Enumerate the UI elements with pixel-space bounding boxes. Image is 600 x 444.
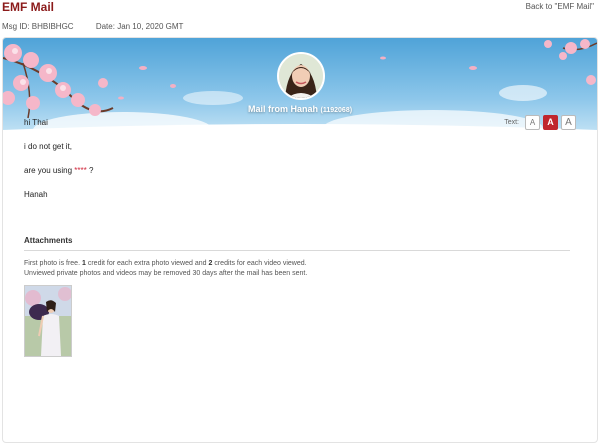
photo-credit-count: 1 [81, 260, 86, 267]
attachments-title: Attachments [24, 236, 570, 251]
message-signature: Hanah [24, 190, 48, 199]
mail-from-title: Mail from Hanah (1192068) [3, 104, 597, 114]
message-line: i do not get it, [24, 142, 73, 151]
text-size-small-button[interactable]: A [525, 115, 540, 130]
credit-note-text: credit for each extra photo viewed and [87, 260, 207, 267]
sender-avatar[interactable] [277, 52, 325, 100]
mail-from-prefix: Mail from [247, 104, 288, 114]
text-size-large-button[interactable]: A [561, 115, 576, 130]
removal-note-line: Unviewed private photos and videos may b… [24, 270, 308, 277]
top-bar: EMF Mail Back to "EMF Mail" Msg ID: BHBI… [0, 0, 600, 38]
message-text: ? [88, 166, 94, 175]
attachments-section: Attachments First photo is free. 1 credi… [24, 236, 570, 357]
credit-note-line: First photo is free. 1 credit for each e… [24, 259, 570, 269]
censored-text: **** [74, 166, 87, 175]
attachment-photo-image [25, 286, 71, 356]
attachment-photo-thumbnail[interactable] [24, 285, 72, 357]
msg-id: BHBIBHGC [31, 22, 74, 31]
message-line: are you using **** ? [24, 166, 93, 176]
text-size-medium-button[interactable]: A [543, 115, 558, 130]
attachments-note: First photo is free. 1 credit for each e… [24, 259, 570, 279]
sender-id: (1192068) [320, 107, 353, 114]
msg-id-label: Msg ID: [2, 22, 30, 31]
sender-name[interactable]: Hanah [290, 104, 318, 114]
message-text: are you using [24, 166, 73, 175]
app-title: EMF Mail [2, 0, 55, 14]
video-credit-count: 2 [208, 260, 213, 267]
credit-note-text: First photo is free. [24, 260, 81, 267]
credit-note-text: credits for each video viewed. [214, 260, 307, 267]
back-to-mail-link[interactable]: Back to "EMF Mail" [526, 2, 594, 11]
message-body: hi Thai i do not get it, are you using *… [24, 118, 93, 214]
date-label: Date: [95, 22, 115, 31]
message-date: Jan 10, 2020 GMT [117, 22, 184, 31]
message-meta: Msg ID: BHBIBHGC Date: Jan 10, 2020 GMT [2, 22, 183, 31]
text-size-control: Text: A A A [504, 115, 576, 130]
text-size-label: Text: [504, 119, 519, 126]
sender-avatar-image [279, 54, 323, 98]
message-line: hi Thai [24, 118, 48, 127]
